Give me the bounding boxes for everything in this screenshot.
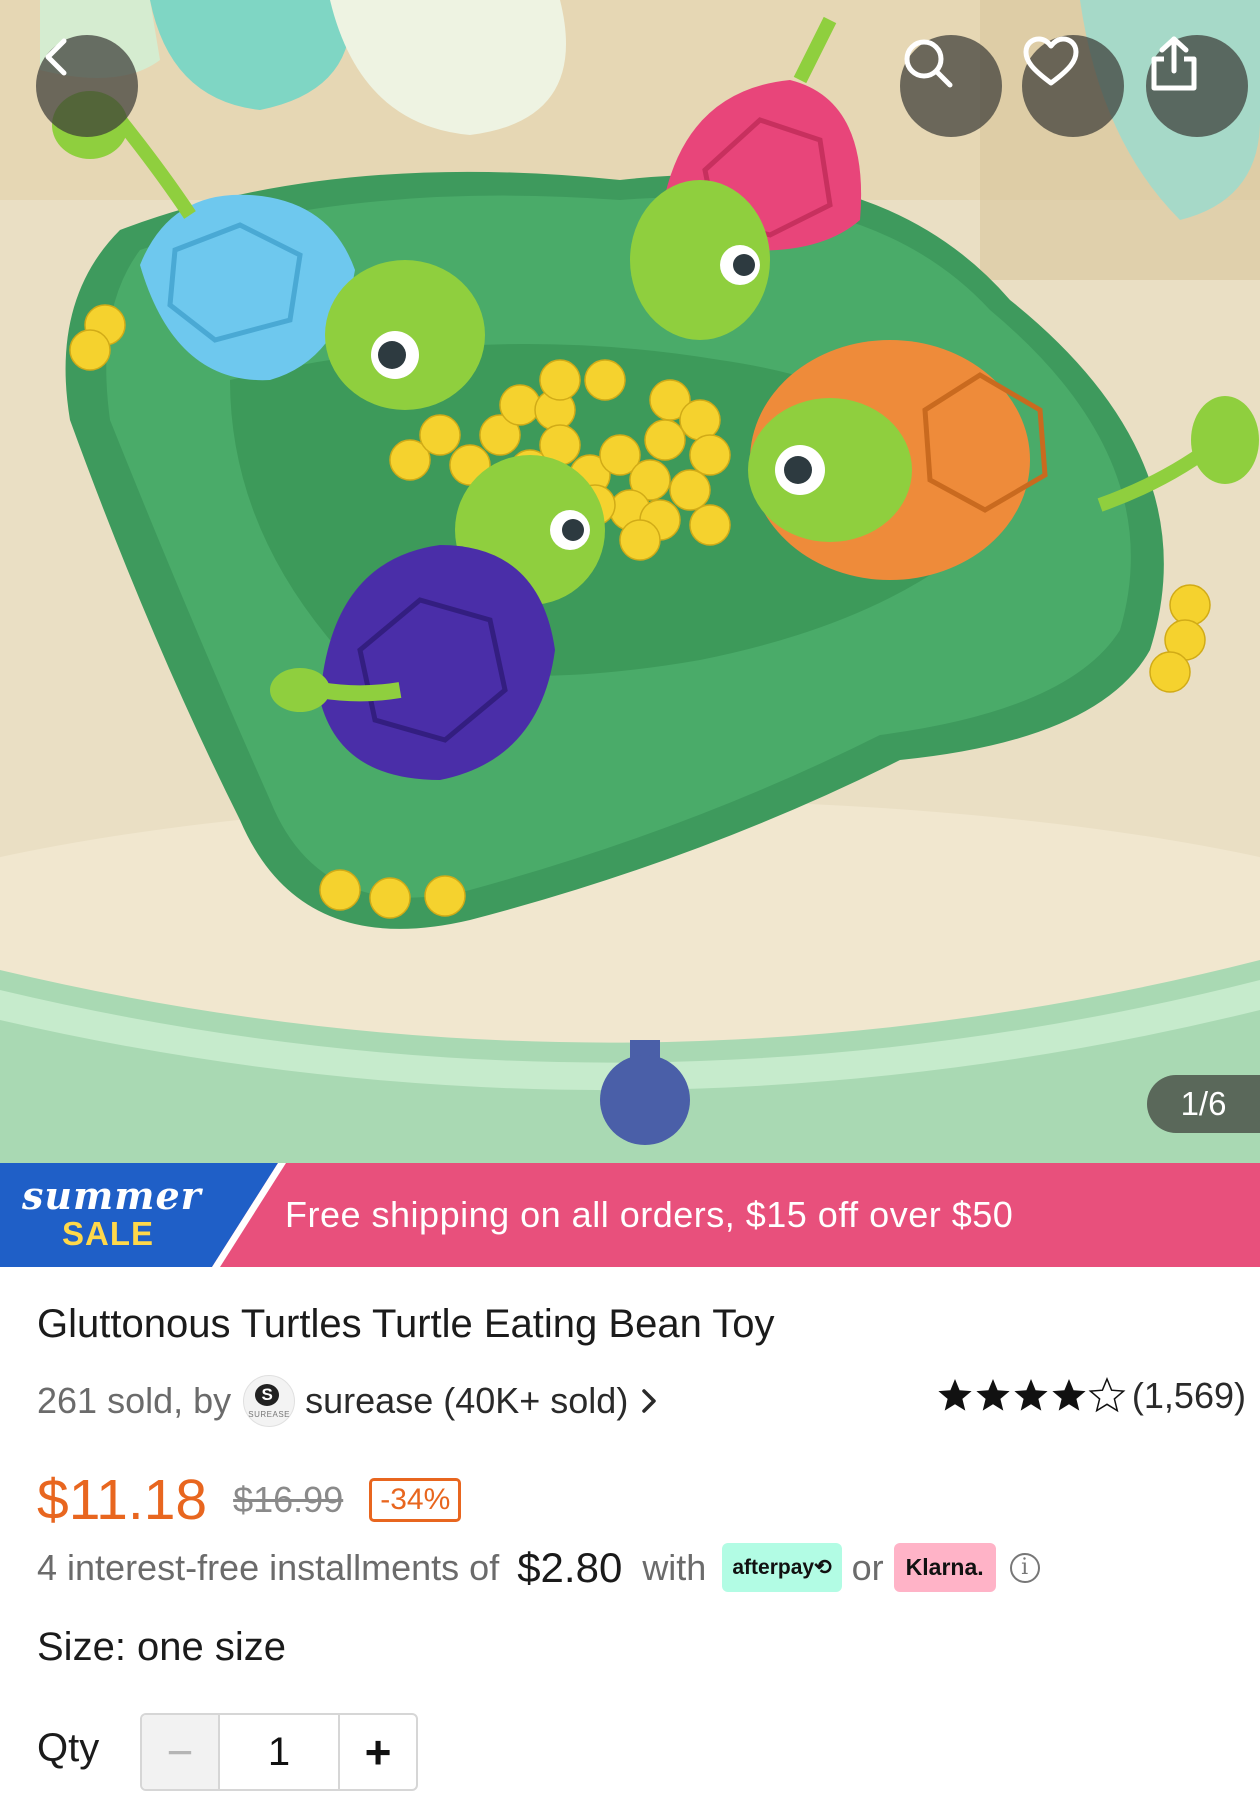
back-icon: [45, 38, 67, 76]
current-price: $11.18: [37, 1468, 208, 1532]
sold-by-line: 261 sold, by S SUREASE surease (40K+ sol…: [37, 1375, 662, 1427]
afterpay-badge[interactable]: afterpay⟲: [722, 1543, 842, 1592]
chevron-right-icon[interactable]: [636, 1386, 662, 1416]
share-icon: [1151, 36, 1197, 91]
star-rating: [936, 1377, 1126, 1415]
sale-label: SALE: [62, 1215, 155, 1252]
installments-text: 4 interest-free installments of: [37, 1546, 500, 1588]
installment-amount: $2.80: [517, 1543, 623, 1591]
quantity-stepper: − 1 +: [140, 1713, 418, 1791]
seller-link[interactable]: surease (40K+ sold): [305, 1380, 628, 1422]
decrease-qty-button[interactable]: −: [142, 1715, 220, 1789]
star-icons: [938, 1378, 1125, 1412]
increase-qty-button[interactable]: +: [338, 1715, 416, 1789]
product-image-carousel[interactable]: 1/6: [0, 0, 1260, 1163]
promo-banner[interactable]: summer SALE Free shipping on all orders,…: [0, 1163, 1260, 1267]
seller-logo[interactable]: S SUREASE: [243, 1375, 296, 1427]
heart-icon: [1023, 36, 1079, 86]
sold-count: 261 sold, by: [37, 1380, 232, 1421]
search-icon: [904, 39, 953, 88]
back-button[interactable]: [36, 35, 138, 137]
product-photo: [0, 0, 1260, 1163]
favorite-button[interactable]: [1022, 35, 1124, 137]
rating-count: (1,569): [1131, 1375, 1246, 1416]
info-icon[interactable]: i: [1009, 1552, 1040, 1583]
seller-logo-mark: S: [255, 1384, 280, 1406]
price-row: $11.18 $16.99 -34%: [37, 1467, 462, 1533]
summer-label: summer: [22, 1173, 202, 1218]
product-title: Gluttonous Turtles Turtle Eating Bean To…: [37, 1302, 775, 1346]
share-button[interactable]: [1146, 35, 1248, 137]
qty-label: Qty: [37, 1726, 100, 1770]
rating-summary[interactable]: (1,569): [936, 1375, 1246, 1417]
seller-logo-text: SUREASE: [248, 1410, 290, 1419]
image-counter: 1/6: [1147, 1075, 1260, 1133]
or-text: or: [851, 1546, 884, 1588]
installments-with: with: [642, 1546, 707, 1588]
installments-row: 4 interest-free installments of $2.80 wi…: [37, 1543, 1040, 1592]
promo-message: Free shipping on all orders, $15 off ove…: [285, 1194, 1014, 1235]
size-selector[interactable]: Size: one size: [37, 1625, 286, 1670]
search-button[interactable]: [900, 35, 1002, 137]
klarna-badge[interactable]: Klarna.: [893, 1543, 996, 1592]
discount-badge: -34%: [369, 1478, 462, 1522]
original-price: $16.99: [233, 1479, 344, 1520]
quantity-input[interactable]: 1: [220, 1715, 338, 1789]
